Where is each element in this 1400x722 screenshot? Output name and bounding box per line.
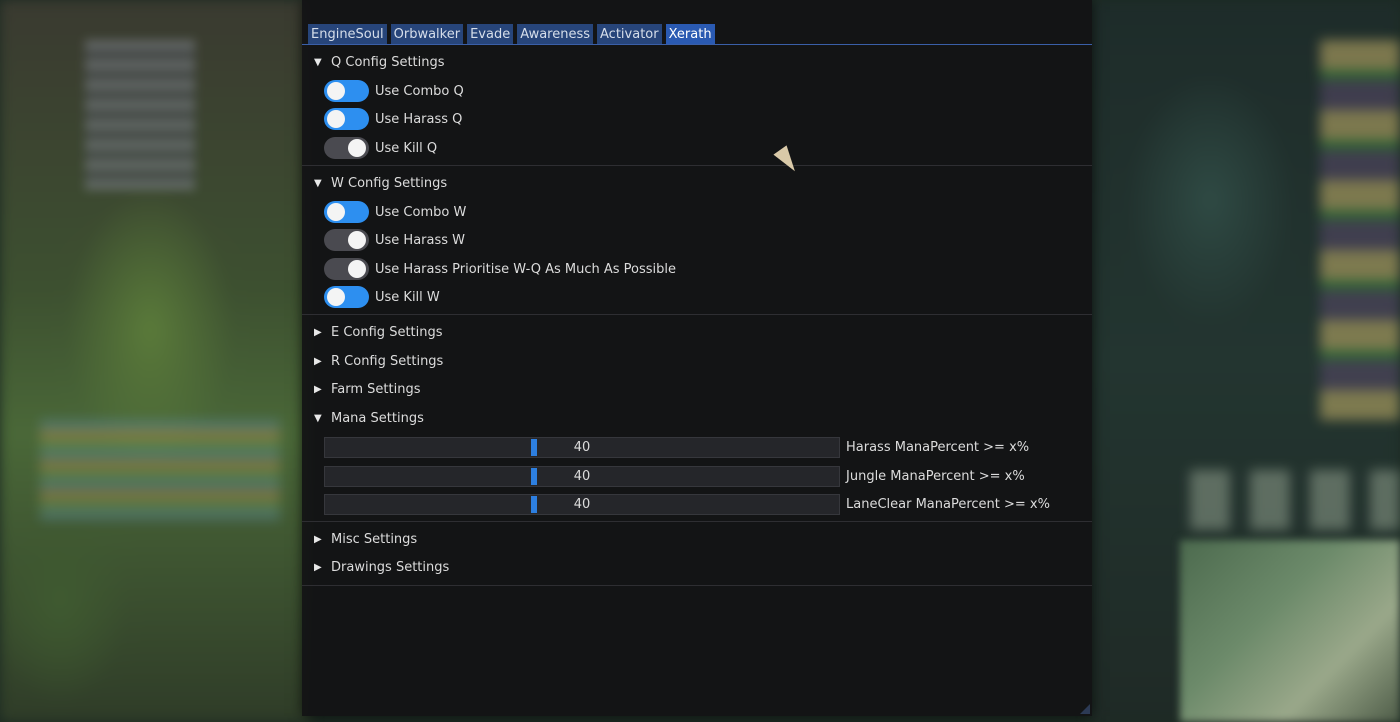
- option-row: Use Kill Q: [324, 137, 1114, 159]
- game-champion-portraits: [1320, 40, 1400, 420]
- option-row: 40 Jungle ManaPercent >= x%: [324, 465, 1114, 487]
- tab-bar: EngineSoul Orbwalker Evade Awareness Act…: [308, 24, 715, 44]
- toggle-knob: [348, 231, 366, 249]
- section-header-drawings[interactable]: ▶ Drawings Settings: [314, 557, 1104, 577]
- expanded-arrow-icon: ▼: [314, 177, 322, 189]
- divider: [302, 165, 1092, 166]
- collapsed-arrow-icon: ▶: [314, 383, 322, 395]
- option-row: Use Harass Prioritise W-Q As Much As Pos…: [324, 258, 1114, 280]
- tab-xerath[interactable]: Xerath: [665, 24, 715, 44]
- tab-enginesoul[interactable]: EngineSoul: [308, 24, 387, 44]
- section-header-q[interactable]: ▼ Q Config Settings: [314, 52, 1104, 72]
- option-label: Use Kill Q: [375, 140, 438, 156]
- option-row: Use Harass Q: [324, 108, 1114, 130]
- toggle-use-kill-w[interactable]: [324, 286, 369, 308]
- toggle-knob: [327, 110, 345, 128]
- minimap: [1180, 540, 1400, 722]
- collapsed-arrow-icon: ▶: [314, 561, 322, 573]
- game-nameplates: [85, 40, 195, 190]
- tab-evade[interactable]: Evade: [467, 24, 514, 44]
- section-header-farm[interactable]: ▶ Farm Settings: [314, 379, 1104, 399]
- slider-value: 40: [573, 468, 591, 484]
- section-header-mana[interactable]: ▼ Mana Settings: [314, 408, 1104, 428]
- option-label: Use Combo Q: [375, 83, 464, 99]
- section-header-r[interactable]: ▶ R Config Settings: [314, 351, 1104, 371]
- slider-value: 40: [573, 439, 591, 455]
- slider-harass-mana[interactable]: 40: [324, 436, 840, 458]
- game-screen: EngineSoul Orbwalker Evade Awareness Act…: [0, 0, 1400, 722]
- divider: [302, 585, 1092, 586]
- section-title: Mana Settings: [331, 410, 424, 426]
- toggle-knob: [348, 260, 366, 278]
- settings-menu-panel: EngineSoul Orbwalker Evade Awareness Act…: [302, 0, 1092, 716]
- section-header-w[interactable]: ▼ W Config Settings: [314, 173, 1104, 193]
- toggle-use-combo-w[interactable]: [324, 201, 369, 223]
- game-scoreboard: [40, 420, 280, 520]
- slider-jungle-mana[interactable]: 40: [324, 465, 840, 487]
- option-label: Use Kill W: [375, 289, 440, 305]
- option-label: Use Harass Q: [375, 111, 463, 127]
- divider: [302, 314, 1092, 315]
- slider-laneclear-mana[interactable]: 40: [324, 493, 840, 515]
- option-label: Use Combo W: [375, 204, 467, 220]
- section-title: Q Config Settings: [331, 54, 445, 70]
- toggle-knob: [327, 288, 345, 306]
- section-title: Drawings Settings: [331, 559, 450, 575]
- section-title: W Config Settings: [331, 175, 448, 191]
- collapsed-arrow-icon: ▶: [314, 533, 322, 545]
- section-title: Farm Settings: [331, 381, 421, 397]
- slider-value: 40: [573, 496, 591, 512]
- toggle-harass-prioritise-w-q[interactable]: [324, 258, 369, 280]
- section-header-e[interactable]: ▶ E Config Settings: [314, 322, 1104, 342]
- toggle-knob: [327, 203, 345, 221]
- toggle-knob: [327, 82, 345, 100]
- toggle-use-combo-q[interactable]: [324, 80, 369, 102]
- section-title: E Config Settings: [331, 324, 443, 340]
- option-label: LaneClear ManaPercent >= x%: [846, 496, 1050, 512]
- expanded-arrow-icon: ▼: [314, 56, 322, 68]
- option-label: Harass ManaPercent >= x%: [846, 439, 1030, 455]
- option-row: 40 LaneClear ManaPercent >= x%: [324, 493, 1114, 515]
- collapsed-arrow-icon: ▶: [314, 355, 322, 367]
- expanded-arrow-icon: ▼: [314, 412, 322, 424]
- option-label: Jungle ManaPercent >= x%: [846, 468, 1025, 484]
- option-row: Use Combo W: [324, 201, 1114, 223]
- option-row: Use Harass W: [324, 229, 1114, 251]
- toggle-use-harass-q[interactable]: [324, 108, 369, 130]
- game-unit-icons: [1190, 470, 1400, 530]
- toggle-knob: [348, 139, 366, 157]
- toggle-use-harass-w[interactable]: [324, 229, 369, 251]
- tab-orbwalker[interactable]: Orbwalker: [390, 24, 464, 44]
- collapsed-arrow-icon: ▶: [314, 326, 322, 338]
- option-row: Use Combo Q: [324, 80, 1114, 102]
- tab-underline: [302, 44, 1092, 45]
- option-row: Use Kill W: [324, 286, 1114, 308]
- section-title: Misc Settings: [331, 531, 418, 547]
- section-header-misc[interactable]: ▶ Misc Settings: [314, 529, 1104, 549]
- option-row: 40 Harass ManaPercent >= x%: [324, 436, 1114, 458]
- section-title: R Config Settings: [331, 353, 444, 369]
- tab-activator[interactable]: Activator: [597, 24, 662, 44]
- resize-grip-icon[interactable]: [1080, 704, 1090, 714]
- divider: [302, 521, 1092, 522]
- option-label: Use Harass W: [375, 232, 466, 248]
- tab-awareness[interactable]: Awareness: [517, 24, 594, 44]
- toggle-use-kill-q[interactable]: [324, 137, 369, 159]
- option-label: Use Harass Prioritise W-Q As Much As Pos…: [375, 261, 677, 277]
